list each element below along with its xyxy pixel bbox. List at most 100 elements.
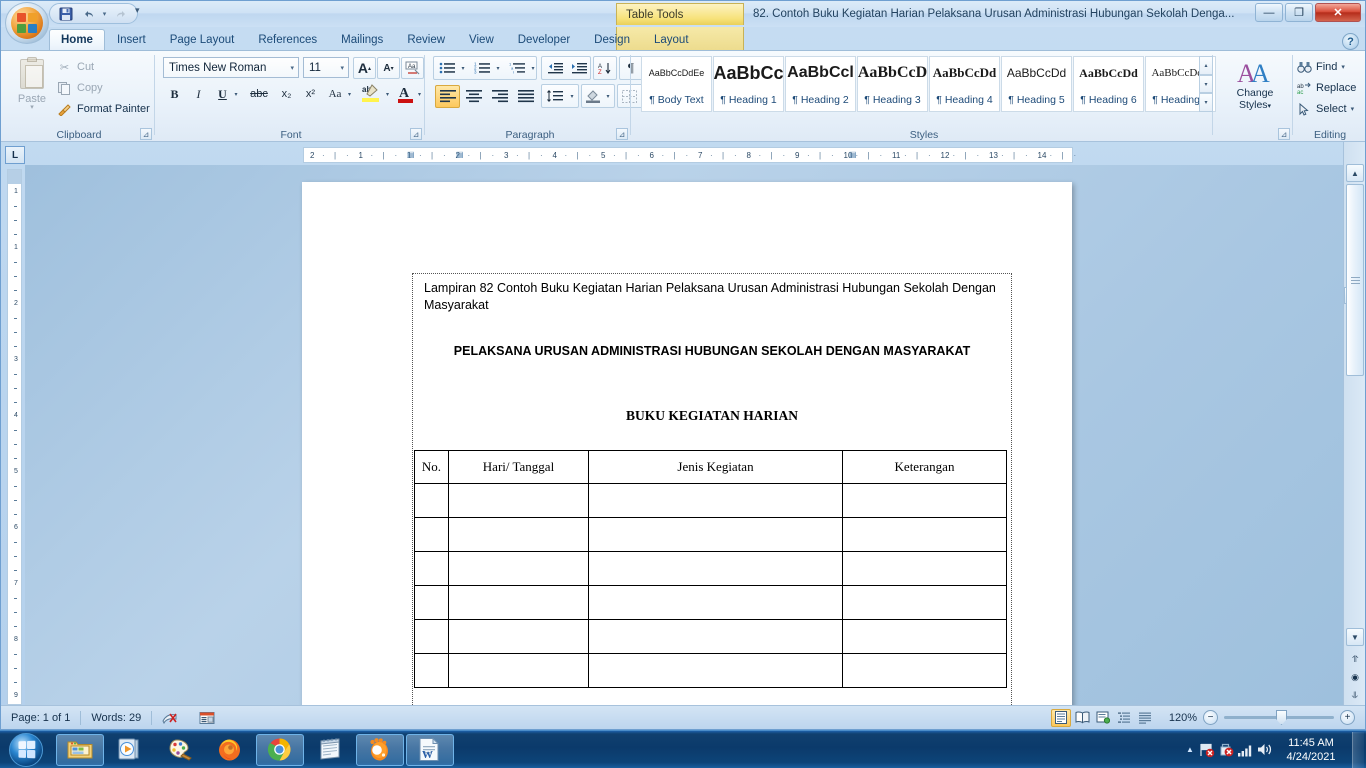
align-left-button[interactable] xyxy=(435,85,460,108)
style-heading-6[interactable]: AaBbCcDd ¶ Heading 6 xyxy=(1073,56,1144,112)
table-cell[interactable] xyxy=(842,517,1007,552)
view-print-layout-button[interactable] xyxy=(1051,708,1071,727)
paste-button[interactable]: Paste ▾ xyxy=(9,55,55,121)
decrease-indent-button[interactable] xyxy=(543,57,566,79)
table-cell[interactable] xyxy=(414,619,449,654)
start-button[interactable] xyxy=(2,732,50,768)
table-cell[interactable] xyxy=(414,551,449,586)
style-body-text[interactable]: AaBbCcDdEe ¶ Body Text xyxy=(641,56,712,112)
paragraph-dialog-launcher[interactable]: ⊿ xyxy=(616,128,628,140)
cut-button[interactable]: ✂ Cut xyxy=(57,57,94,77)
bold-button[interactable]: B xyxy=(163,83,186,105)
restore-button[interactable]: ❐ xyxy=(1285,3,1313,22)
show-desktop-button[interactable] xyxy=(1352,731,1364,768)
paragraph-subtitle[interactable]: BUKU KEGIATAN HARIAN xyxy=(414,408,1010,424)
table-cell[interactable] xyxy=(588,619,843,654)
table-cell[interactable] xyxy=(414,653,449,688)
table-cell[interactable] xyxy=(842,585,1007,620)
horizontal-ruler[interactable]: 2 · | · 1 · | · 1 · | · 2 · | · 3 · | · 4 · | · 5 · | · 6 · | · 7 · | · 8 · | ·… xyxy=(303,147,1076,163)
signal-bars-icon[interactable] xyxy=(1236,735,1255,765)
table-cell[interactable] xyxy=(588,517,843,552)
table-cell[interactable] xyxy=(842,653,1007,688)
multilevel-list-button[interactable]: 1 a i xyxy=(505,57,529,79)
network-error-icon[interactable] xyxy=(1198,735,1217,765)
table-cell[interactable] xyxy=(588,653,843,688)
table-cell[interactable] xyxy=(448,619,589,654)
strikethrough-button[interactable]: abc xyxy=(245,83,273,105)
paragraph-heading[interactable]: PELAKSANA URUSAN ADMINISTRASI HUBUNGAN S… xyxy=(414,344,1010,358)
font-color-dropdown-arrow-icon[interactable]: ▾ xyxy=(415,83,424,105)
numbering-button[interactable]: 1 2 3 xyxy=(470,57,494,79)
indent-marker[interactable]: ▤ xyxy=(407,150,415,159)
format-painter-button[interactable]: Format Painter xyxy=(57,99,150,119)
styles-more-button[interactable]: ▾ xyxy=(1199,93,1213,113)
tab-page-layout[interactable]: Page Layout xyxy=(158,29,247,50)
style-heading-3[interactable]: AaBbCcD ¶ Heading 3 xyxy=(857,56,928,112)
scrollbar-thumb[interactable] xyxy=(1346,184,1364,376)
taskbar-item-gom-player[interactable] xyxy=(356,733,404,766)
grow-font-button[interactable]: A ▴ xyxy=(353,57,376,79)
document-page[interactable]: Lampiran 82 Contoh Buku Kegiatan Harian … xyxy=(302,182,1072,706)
align-center-button[interactable] xyxy=(461,85,486,108)
page-indicator[interactable]: Page: 1 of 1 xyxy=(1,706,80,729)
table-cell[interactable] xyxy=(448,483,589,518)
vertical-ruler[interactable]: 1 1 2 3 4 5 6 7 8 9 xyxy=(7,169,22,739)
tab-references[interactable]: References xyxy=(246,29,329,50)
font-color-button[interactable]: A xyxy=(395,82,417,105)
font-name-dropdown-arrow-icon[interactable]: ▾ xyxy=(290,64,294,72)
show-hidden-icons-button[interactable]: ▲ xyxy=(1182,735,1198,765)
zoom-level-button[interactable]: 120% xyxy=(1161,712,1197,724)
copy-button[interactable]: Copy xyxy=(57,78,103,98)
zoom-slider-thumb[interactable] xyxy=(1276,710,1287,725)
tab-review[interactable]: Review xyxy=(395,29,457,50)
clipboard-dialog-launcher[interactable]: ⊿ xyxy=(140,128,152,140)
styles-scroll-up-button[interactable]: ▴ xyxy=(1199,56,1213,75)
table-cell[interactable] xyxy=(588,551,843,586)
shrink-font-button[interactable]: A ▾ xyxy=(377,57,400,79)
paragraph-lampiran[interactable]: Lampiran 82 Contoh Buku Kegiatan Harian … xyxy=(414,275,1010,314)
volume-icon[interactable] xyxy=(1255,735,1274,765)
table-cell[interactable] xyxy=(414,517,449,552)
tab-insert[interactable]: Insert xyxy=(105,29,158,50)
line-spacing-button[interactable] xyxy=(542,85,567,107)
table-header-cell-hari-tanggal[interactable]: Hari/ Tanggal xyxy=(448,450,589,484)
align-right-button[interactable] xyxy=(487,85,512,108)
activity-table[interactable]: No. Hari/ Tanggal Jenis Kegiatan Keteran… xyxy=(414,450,1007,688)
table-cell[interactable] xyxy=(842,483,1007,518)
change-case-dropdown-arrow-icon[interactable]: ▾ xyxy=(345,83,354,105)
action-center-error-icon[interactable] xyxy=(1217,735,1236,765)
change-case-button[interactable]: Aa xyxy=(323,83,347,105)
clock[interactable]: 11:45 AM 4/24/2021 xyxy=(1274,733,1348,767)
tab-developer[interactable]: Developer xyxy=(506,29,582,50)
table-cell[interactable] xyxy=(448,517,589,552)
close-button[interactable]: ✕ xyxy=(1315,3,1361,22)
sort-button[interactable]: A Z xyxy=(594,57,616,79)
scroll-down-button[interactable]: ▼ xyxy=(1346,628,1364,646)
select-button[interactable]: Select ▾ xyxy=(1297,99,1354,119)
paste-dropdown-arrow-icon[interactable]: ▾ xyxy=(30,104,34,111)
multilevel-dropdown-arrow-icon[interactable]: ▾ xyxy=(528,57,538,79)
table-cell[interactable] xyxy=(842,551,1007,586)
tab-stop-selector[interactable]: L xyxy=(5,146,25,164)
table-cell[interactable] xyxy=(448,585,589,620)
redo-button[interactable] xyxy=(111,5,131,22)
taskbar-item-paint[interactable] xyxy=(156,734,204,766)
bullets-dropdown-arrow-icon[interactable]: ▾ xyxy=(458,57,468,79)
proofing-status-button[interactable] xyxy=(152,706,189,729)
table-cell[interactable] xyxy=(414,483,449,518)
text-highlight-color-button[interactable]: ab xyxy=(359,82,383,105)
replace-button[interactable]: ab ac Replace xyxy=(1297,78,1356,98)
font-name-combobox[interactable]: Times New Roman ▾ xyxy=(163,57,299,78)
minimize-button[interactable]: — xyxy=(1255,3,1283,22)
previous-page-button[interactable]: ⥣ xyxy=(1346,650,1364,668)
scroll-up-button[interactable]: ▲ xyxy=(1346,164,1364,182)
change-styles-button[interactable]: A A Change Styles▾ xyxy=(1223,57,1287,119)
zoom-out-button[interactable]: − xyxy=(1203,710,1218,725)
shading-dropdown-arrow-icon[interactable]: ▾ xyxy=(603,85,613,107)
styles-dialog-launcher[interactable]: ⊿ xyxy=(1278,128,1290,140)
view-draft-button[interactable] xyxy=(1135,709,1155,727)
tab-design[interactable]: Design xyxy=(582,29,642,50)
superscript-button[interactable]: x² xyxy=(299,83,322,105)
indent-marker[interactable]: ▤ xyxy=(456,150,464,159)
style-heading-4[interactable]: AaBbCcDd ¶ Heading 4 xyxy=(929,56,1000,112)
